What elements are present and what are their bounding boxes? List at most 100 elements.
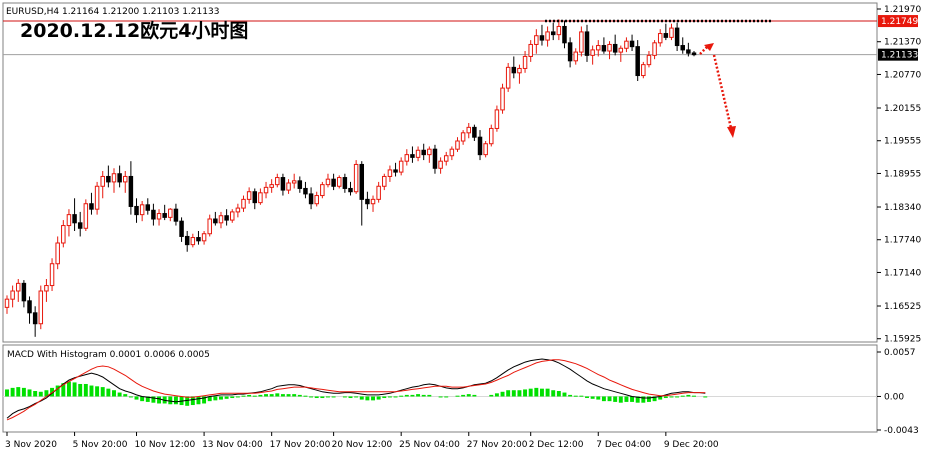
candle-body — [308, 193, 314, 205]
candle-body — [162, 213, 167, 218]
macd-histogram-bar — [607, 396, 612, 402]
candle-body — [168, 208, 173, 218]
macd-histogram-bar — [33, 391, 38, 397]
macd-histogram-bar — [680, 395, 685, 397]
macd-histogram-bar — [230, 396, 235, 399]
candle-body — [641, 64, 646, 77]
candle-body — [106, 175, 111, 183]
macd-histogram-bar — [224, 396, 229, 399]
candle-body — [21, 282, 27, 302]
trading-chart-window[interactable]: 1.21970 1.21370 1.20770 1.20155 1.19555 1.189… — [0, 0, 925, 459]
macd-histogram-bar — [303, 395, 308, 397]
bullish-candle — [494, 105, 500, 132]
candle-body — [263, 186, 269, 194]
candle-body — [596, 45, 601, 51]
candle-body — [218, 215, 224, 224]
candle-body — [190, 237, 196, 246]
candle-body — [663, 33, 669, 38]
candle-body — [624, 40, 629, 49]
macd-histogram-bar — [157, 396, 162, 404]
candle-body — [393, 169, 398, 173]
candle-body — [370, 198, 376, 205]
time-tick-label: 20 Nov 12:00 — [332, 440, 393, 450]
macd-histogram-bar — [83, 383, 88, 397]
candle-body — [111, 173, 117, 183]
macd-tick-label: 0.0057 — [884, 348, 916, 358]
candle-body — [505, 66, 511, 89]
time-tick-label: 9 Dec 20:00 — [664, 440, 719, 450]
macd-histogram-bar — [675, 396, 680, 398]
macd-histogram-bar — [517, 390, 522, 397]
candle-body — [669, 27, 674, 38]
candle-body — [49, 263, 55, 287]
candle-body — [32, 312, 38, 325]
candle-body — [348, 187, 353, 193]
candle-body — [230, 211, 235, 221]
candle-body — [404, 154, 410, 162]
candle-body — [483, 143, 488, 156]
macd-histogram-bar — [331, 396, 336, 398]
candle-body — [303, 187, 308, 195]
bullish-candle — [38, 285, 44, 330]
candle-body — [449, 148, 455, 157]
macd-histogram-bar — [528, 388, 533, 397]
chart-canvas[interactable]: 1.21970 1.21370 1.20770 1.20155 1.19555 1.189… — [0, 0, 925, 459]
macd-histogram-bar — [258, 394, 263, 397]
macd-histogram-bar — [309, 396, 314, 398]
candle-body — [686, 49, 691, 54]
price-tick-label: 1.15925 — [884, 335, 921, 345]
macd-histogram-bar — [646, 396, 651, 402]
price-tick-label: 1.18955 — [884, 169, 921, 179]
macd-histogram-bar — [16, 387, 21, 397]
macd-histogram-bar — [387, 396, 392, 398]
time-tick-label: 2 Dec 12:00 — [529, 440, 584, 450]
candle-body — [184, 235, 190, 246]
macd-histogram-bar — [27, 389, 32, 397]
price-tick-label: 1.20155 — [884, 104, 921, 114]
macd-histogram-bar — [613, 396, 618, 402]
candle-body — [224, 215, 229, 221]
candle-body — [4, 298, 10, 308]
macd-histogram-bar — [421, 394, 426, 397]
macd-histogram-bar — [371, 396, 375, 401]
macd-histogram-bar — [579, 395, 584, 397]
candle-body — [573, 51, 578, 62]
candle-body — [657, 33, 663, 44]
candle-body — [297, 180, 303, 189]
macd-histogram-bar — [455, 395, 460, 397]
macd-histogram-bar — [393, 396, 398, 398]
macd-histogram-bar — [489, 394, 494, 397]
candle-body — [691, 52, 697, 56]
candle-body — [534, 35, 539, 45]
candle-body — [590, 49, 595, 56]
macd-histogram-bar — [326, 396, 330, 398]
candle-body — [331, 178, 336, 187]
macd-histogram-bar — [523, 389, 528, 397]
bullish-candle — [336, 175, 342, 189]
macd-histogram-bar — [269, 394, 274, 397]
macd-histogram-bar — [618, 396, 623, 403]
candle-body — [44, 285, 49, 292]
candle-body — [117, 173, 122, 183]
candle-body — [579, 31, 584, 53]
candle-body — [584, 31, 590, 56]
candle-body — [66, 214, 72, 227]
candle-body — [365, 198, 370, 205]
candle-body — [27, 300, 32, 314]
candle-body — [398, 160, 404, 173]
price-tick-label: 1.18340 — [884, 203, 921, 213]
macd-histogram-bar — [275, 393, 280, 397]
candle-body — [336, 177, 342, 187]
macd-histogram-bar — [534, 387, 539, 397]
candle-body — [16, 282, 21, 292]
candle-body — [55, 242, 60, 265]
macd-histogram-bar — [247, 394, 252, 397]
macd-histogram-bar — [286, 394, 291, 397]
candle-body — [72, 214, 77, 224]
macd-tick-label: 0.00 — [884, 392, 904, 402]
candle-body — [410, 154, 415, 158]
candle-body — [139, 204, 145, 216]
candle-body — [443, 155, 449, 162]
macd-histogram-bar — [562, 392, 567, 397]
macd-histogram-bar — [399, 395, 404, 397]
